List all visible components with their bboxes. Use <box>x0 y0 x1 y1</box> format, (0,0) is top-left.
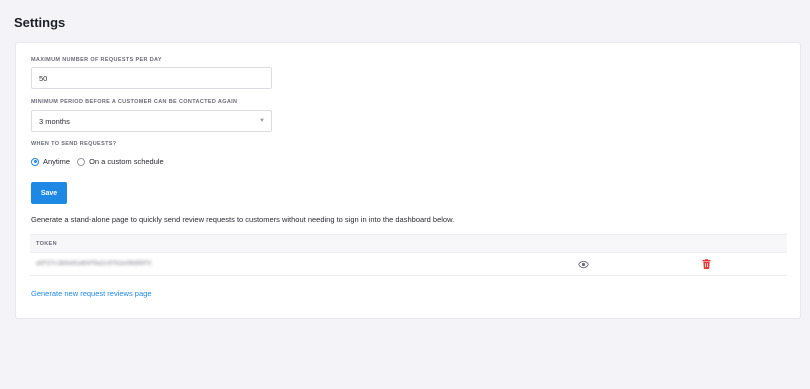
min-period-value: 3 months <box>39 116 70 126</box>
radio-anytime[interactable]: Anytime <box>31 157 70 166</box>
min-period-label: MINIMUM PERIOD BEFORE A CUSTOMER CAN BE … <box>31 99 238 105</box>
when-to-send-radio-group: Anytime On a custom schedule <box>31 157 171 166</box>
eye-icon[interactable] <box>578 259 589 270</box>
chevron-down-icon: ▼ <box>259 118 265 124</box>
standalone-description: Generate a stand-alone page to quickly s… <box>31 215 455 224</box>
token-table: TOKEN a9f27c3b5e81d04f6a2c97b1e38d50f4 <box>30 234 787 276</box>
max-requests-label: MAXIMUM NUMBER OF REQUESTS PER DAY <box>31 57 162 63</box>
token-column-header: TOKEN <box>30 234 787 253</box>
generate-reviews-page-link[interactable]: Generate new request reviews page <box>31 289 152 298</box>
settings-page: Settings MAXIMUM NUMBER OF REQUESTS PER … <box>0 0 810 389</box>
max-requests-value: 50 <box>39 73 48 83</box>
table-row: a9f27c3b5e81d04f6a2c97b1e38d50f4 <box>30 253 787 276</box>
token-value: a9f27c3b5e81d04f6a2c97b1e38d50f4 <box>36 260 152 267</box>
settings-card: MAXIMUM NUMBER OF REQUESTS PER DAY 50 MI… <box>15 42 801 319</box>
when-to-send-label: WHEN TO SEND REQUESTS? <box>31 141 117 147</box>
trash-icon[interactable] <box>702 259 711 269</box>
max-requests-input[interactable]: 50 <box>31 67 272 89</box>
radio-custom-schedule-indicator[interactable] <box>77 157 86 166</box>
min-period-select[interactable]: 3 months ▼ <box>31 110 272 132</box>
save-button[interactable]: Save <box>31 182 67 204</box>
page-title: Settings <box>14 15 66 30</box>
radio-anytime-indicator[interactable] <box>31 157 39 166</box>
radio-custom-schedule-label: On a custom schedule <box>89 157 164 166</box>
radio-anytime-label: Anytime <box>43 157 71 166</box>
radio-custom-schedule[interactable]: On a custom schedule <box>77 157 164 166</box>
